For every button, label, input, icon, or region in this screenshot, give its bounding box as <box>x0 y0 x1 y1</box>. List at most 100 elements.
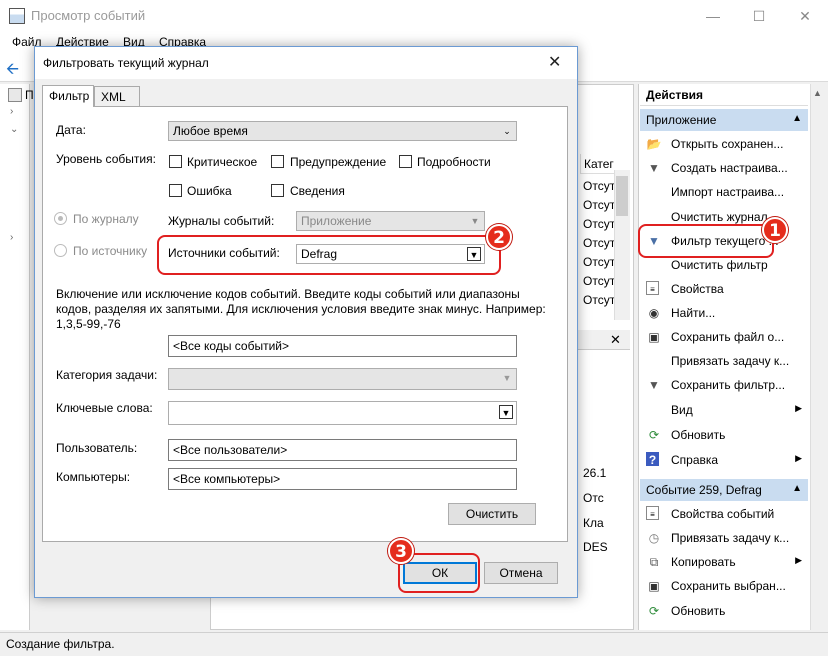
by-source-label: По источнику <box>73 244 148 258</box>
action-label: Импорт настраива... <box>671 185 785 199</box>
maximize-button[interactable]: ☐ <box>736 0 782 32</box>
tree-root-label[interactable]: П <box>25 88 34 102</box>
action-help[interactable]: ? Справка ▶ <box>640 449 808 471</box>
action-label: Копировать <box>671 555 736 569</box>
collapse-arrow-icon[interactable]: ▲ <box>792 483 802 494</box>
collapse-arrow-icon[interactable]: ▲ <box>792 113 802 124</box>
action-label: Справка <box>671 453 719 467</box>
by-source-radio[interactable] <box>54 244 67 257</box>
computers-label: Компьютеры: <box>56 470 131 484</box>
date-label: Дата: <box>56 123 86 137</box>
properties-icon: ≡ <box>646 281 659 295</box>
date-select[interactable]: Любое время ⌄ <box>168 121 517 141</box>
information-checkbox[interactable] <box>271 184 284 197</box>
by-log-radio[interactable] <box>54 212 67 225</box>
error-label: Ошибка <box>187 184 232 198</box>
action-event-properties[interactable]: ≡ Свойства событий <box>640 503 808 525</box>
verbose-checkbox[interactable] <box>399 155 412 168</box>
close-icon[interactable]: ✕ <box>610 332 621 348</box>
section-label: Событие 259, Defrag <box>646 483 762 497</box>
action-refresh-event[interactable]: ⟳ Обновить <box>640 600 808 622</box>
list-item[interactable]: Отсут <box>583 293 615 307</box>
submenu-arrow-icon: ▶ <box>795 453 802 463</box>
collapse-chevron-icon[interactable]: ⌄ <box>10 124 18 135</box>
scroll-up-icon[interactable]: ▲ <box>813 88 822 98</box>
folder-open-icon: 📂 <box>646 137 662 151</box>
list-item[interactable]: Отсут <box>583 274 615 288</box>
action-label: Привязать задачу к... <box>671 354 790 368</box>
callout-frame <box>157 235 501 275</box>
event-codes-input[interactable]: <Все коды событий> <box>168 335 517 357</box>
action-save-log-file[interactable]: ▣ Сохранить файл о... <box>640 326 808 348</box>
action-label: Свойства <box>671 282 724 296</box>
refresh-icon: ⟳ <box>648 604 660 618</box>
user-input[interactable]: <Все пользователи> <box>168 439 517 461</box>
dialog-close-button[interactable]: ✕ <box>548 52 561 72</box>
action-label: Очистить фильтр <box>671 258 768 272</box>
copy-icon: ⧉ <box>649 555 659 569</box>
action-label: Обновить <box>671 604 726 618</box>
expand-chevron-icon[interactable]: › <box>10 106 13 117</box>
filter-icon: ▼ <box>648 161 660 175</box>
list-item[interactable]: Отсут <box>583 255 615 269</box>
clear-button[interactable]: Очистить <box>448 503 536 525</box>
action-label: Свойства событий <box>671 507 775 521</box>
binoculars-icon: ◉ <box>648 306 660 320</box>
cancel-button[interactable]: Отмена <box>484 562 558 584</box>
task-category-select[interactable]: ▼ <box>168 368 517 390</box>
event-codes-help: Включение или исключение кодов событий. … <box>56 287 546 331</box>
detail-value: DES <box>583 540 608 554</box>
information-label: Сведения <box>290 184 345 198</box>
action-properties[interactable]: ≡ Свойства <box>640 278 808 300</box>
keywords-select[interactable]: ▼ <box>168 401 517 425</box>
action-save-selected[interactable]: ▣ Сохранить выбран... <box>640 575 808 597</box>
actions-section-event[interactable]: Событие 259, Defrag ▲ <box>640 479 808 501</box>
minimize-button[interactable]: — <box>690 0 736 32</box>
detail-value: Кла <box>583 516 604 530</box>
list-item[interactable]: Отсут <box>583 236 615 250</box>
list-item[interactable]: Отсут <box>583 217 615 231</box>
action-create-custom-view[interactable]: ▼ Создать настраива... <box>640 157 808 179</box>
keywords-label: Ключевые слова: <box>56 401 153 415</box>
expand-chevron-icon[interactable]: › <box>10 232 13 243</box>
actions-scrollbar[interactable] <box>810 84 828 630</box>
submenu-arrow-icon: ▶ <box>795 403 802 413</box>
status-text: Создание фильтра. <box>6 637 115 651</box>
action-import-custom-view[interactable]: Импорт настраива... <box>640 181 808 203</box>
step-badge: 2 <box>486 224 512 250</box>
critical-label: Критическое <box>187 155 258 169</box>
action-refresh[interactable]: ⟳ Обновить <box>640 424 808 446</box>
action-find[interactable]: ◉ Найти... <box>640 302 808 324</box>
save-icon: ▣ <box>648 579 660 593</box>
properties-icon: ≡ <box>646 506 659 520</box>
list-item[interactable]: Отсут <box>583 198 615 212</box>
dropdown-arrow-icon: ▼ <box>499 405 513 419</box>
tab-xml[interactable]: XML <box>94 86 140 106</box>
action-open-saved-log[interactable]: 📂 Открыть сохранен... <box>640 133 808 155</box>
logs-value: Приложение <box>301 214 372 228</box>
action-view[interactable]: Вид ▶ <box>640 399 808 421</box>
chevron-down-icon: ⌄ <box>503 126 511 136</box>
back-arrow-icon[interactable]: 🡨 <box>6 58 19 85</box>
action-attach-task-event[interactable]: ◷ Привязать задачу к... <box>640 527 808 549</box>
list-item[interactable]: Отсут <box>583 179 615 193</box>
computers-input[interactable]: <Все компьютеры> <box>168 468 517 490</box>
action-attach-task[interactable]: Привязать задачу к... <box>640 350 808 372</box>
action-save-filter[interactable]: ▼ Сохранить фильтр... <box>640 374 808 396</box>
action-label: Найти... <box>671 306 716 320</box>
save-icon: ▣ <box>648 330 660 344</box>
critical-checkbox[interactable] <box>169 155 182 168</box>
warning-label: Предупреждение <box>290 155 387 169</box>
action-copy[interactable]: ⧉ Копировать ▶ <box>640 551 808 573</box>
actions-section-application[interactable]: Приложение ▲ <box>640 109 808 131</box>
tab-filter[interactable]: Фильтр <box>42 85 94 107</box>
detail-value: Отс <box>583 491 604 505</box>
logs-select[interactable]: Приложение ▼ <box>296 211 485 231</box>
help-icon: ? <box>646 452 659 467</box>
console-tree-pane <box>0 84 30 630</box>
step-badge: 1 <box>762 217 788 243</box>
error-checkbox[interactable] <box>169 184 182 197</box>
close-window-button[interactable]: ✕ <box>782 0 828 32</box>
list-scrollbar-thumb[interactable] <box>616 176 628 216</box>
warning-checkbox[interactable] <box>271 155 284 168</box>
